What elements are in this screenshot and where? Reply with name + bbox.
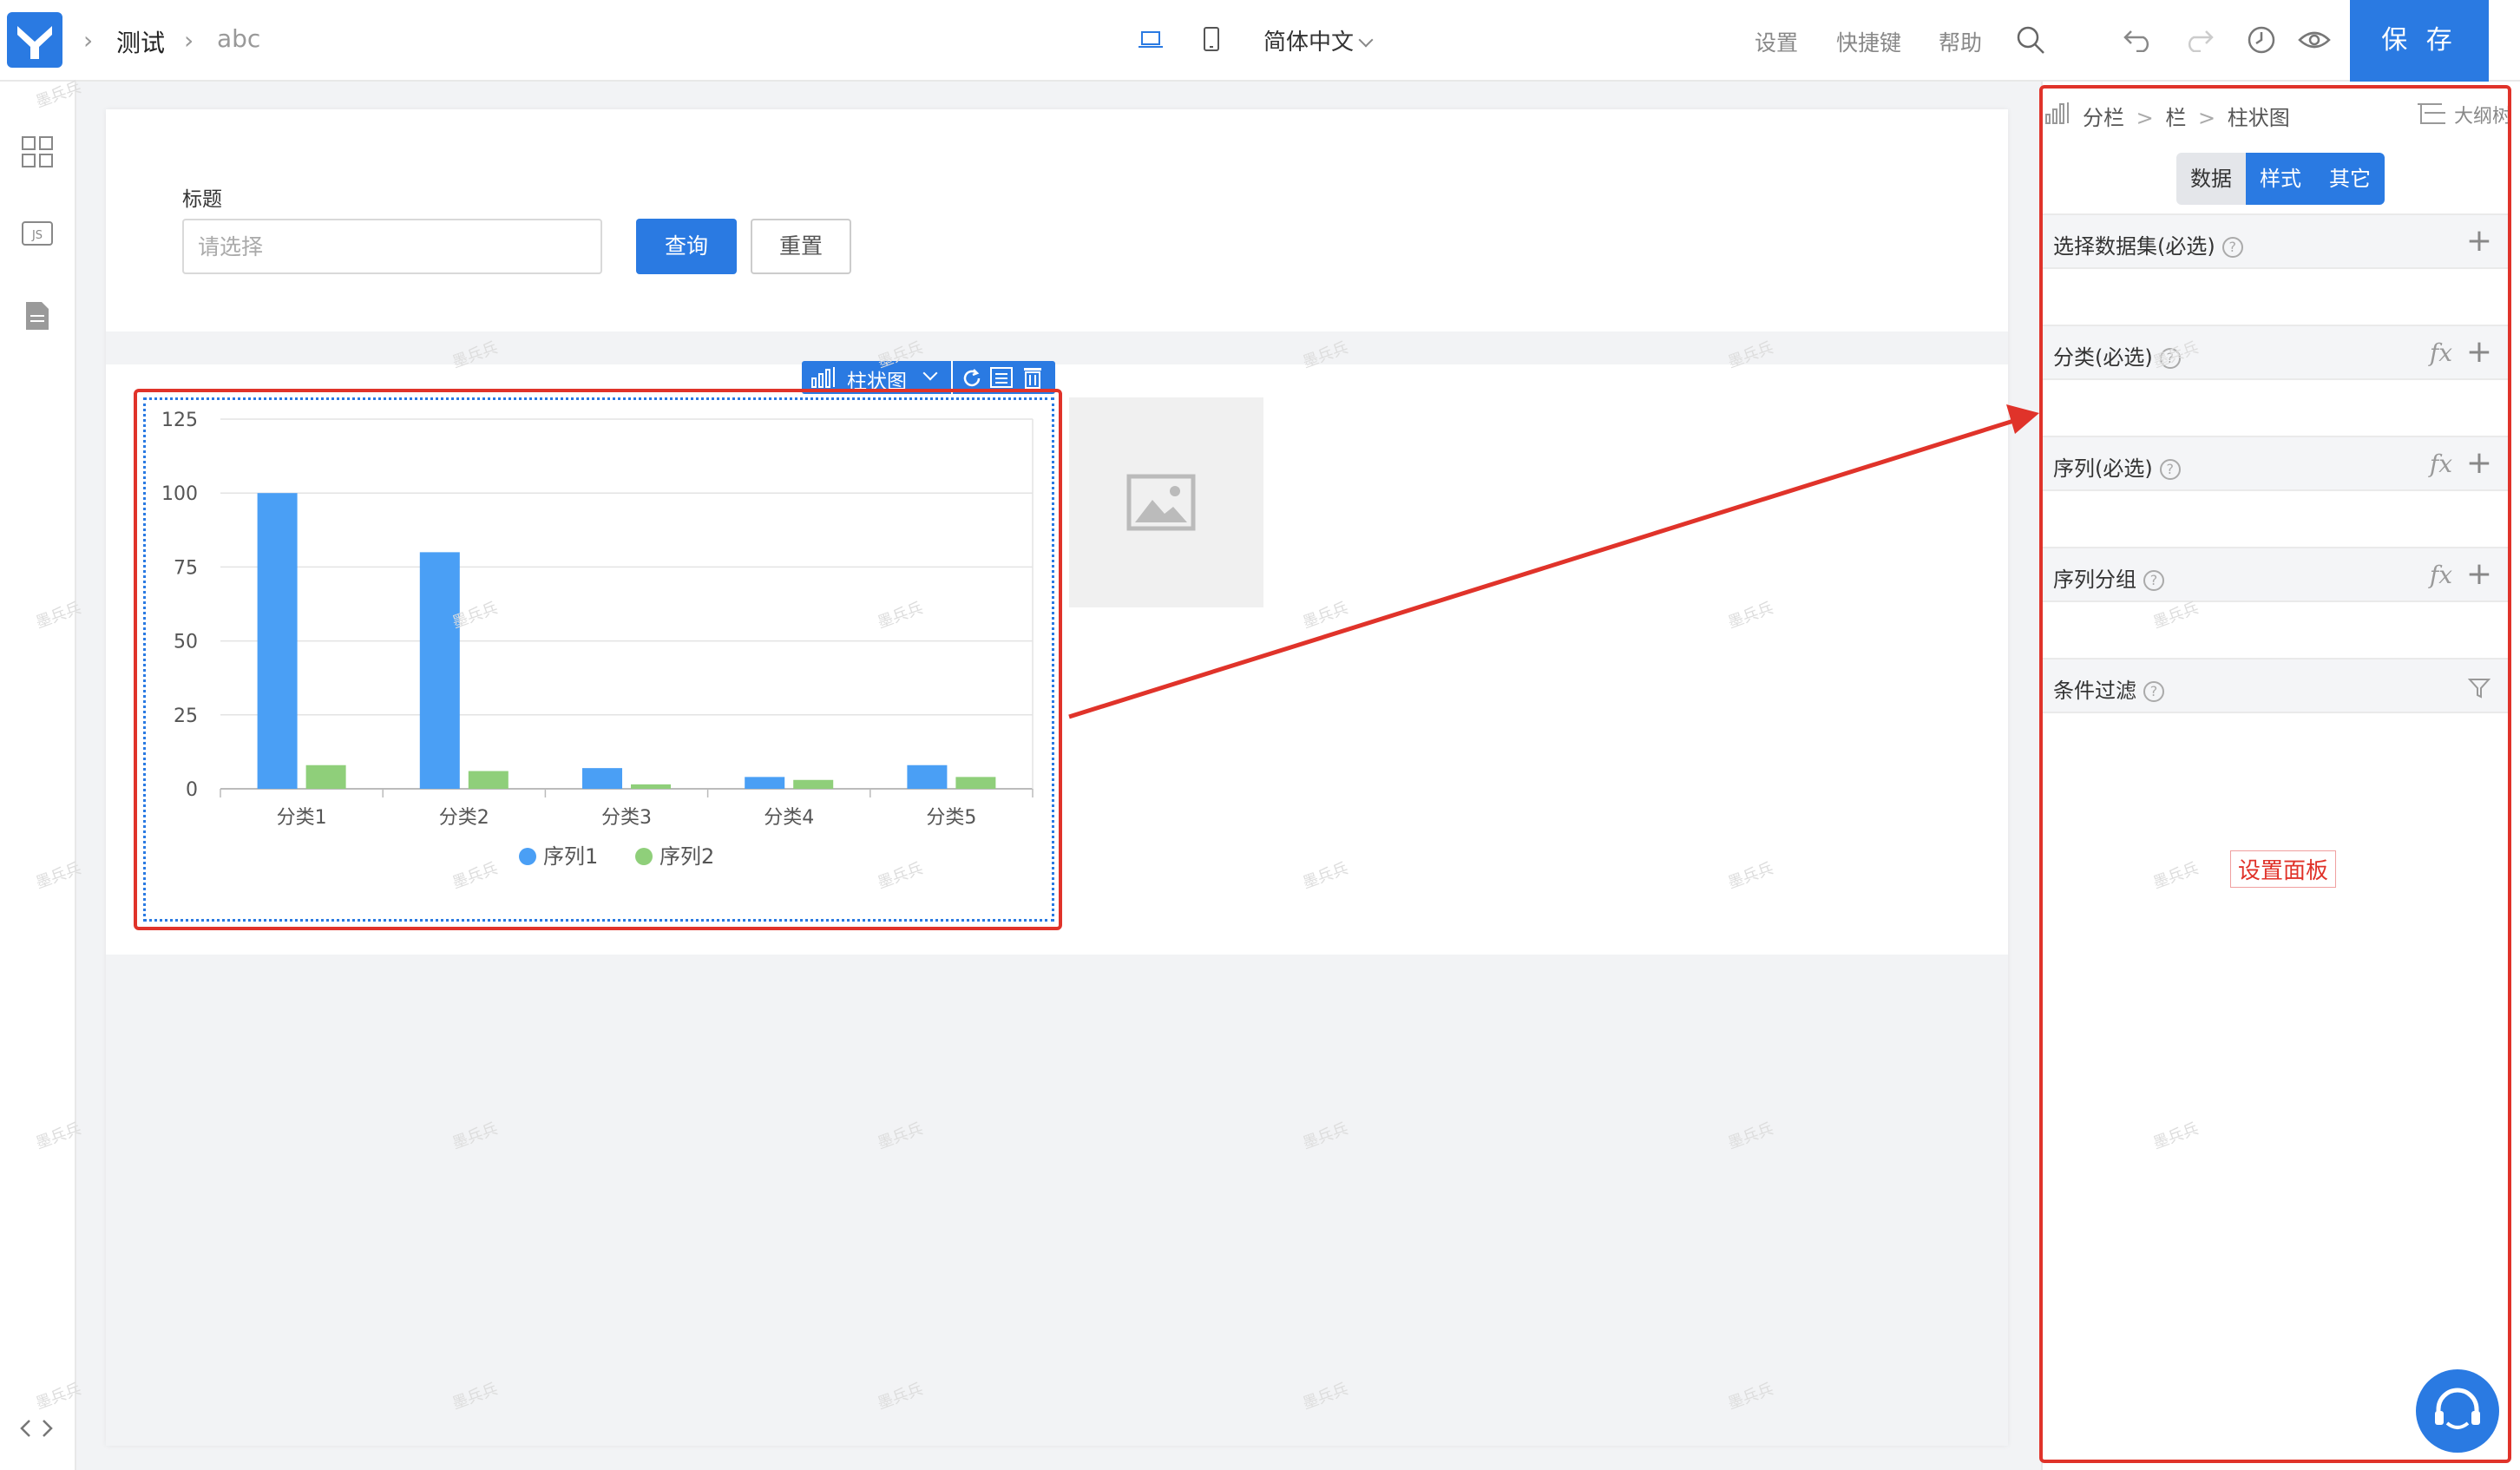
annotation-arrow [1068,404,2039,719]
